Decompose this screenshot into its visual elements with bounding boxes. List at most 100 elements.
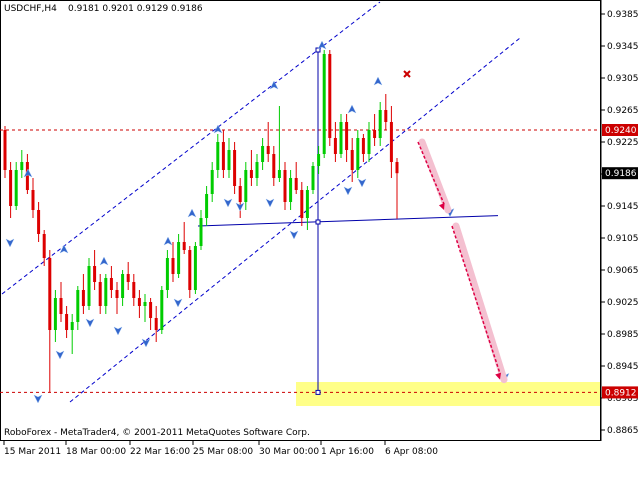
candle-body [121,274,125,298]
y-tick-label: 0.9065 [607,266,639,276]
candle-body [98,282,102,306]
candle-body [154,318,158,330]
candle-body [104,278,108,306]
candle-body [132,282,136,298]
candle-body [165,258,169,290]
candle-body [9,170,13,206]
candle-body [384,110,388,122]
candle-body [266,146,270,154]
candle-body [294,178,298,190]
y-tick-label: 0.8945 [607,362,639,372]
candle-body [109,278,113,290]
x-tick-label: 22 Mar 16:00 [130,447,190,457]
candle-body [238,186,242,202]
candle-body [389,122,393,162]
candle-body [182,242,186,250]
candle-body [361,138,365,154]
candle-body [160,290,164,330]
level-price-label: 0.8912 [605,388,637,398]
target-zone-band [296,382,600,406]
candle-body [227,150,231,170]
y-tick-label: 0.9225 [607,138,639,148]
candle-body [249,170,253,178]
candle-body [37,210,41,234]
candle-body [233,150,237,186]
candle-body [210,170,214,194]
candle-body [177,242,181,274]
candle-body [93,266,97,282]
candle-body [261,146,265,162]
candle-body [70,322,74,330]
projection-anchor [315,389,321,395]
candle-body [333,138,337,154]
candle-body [311,166,315,190]
candle-body [300,190,304,218]
candle-body [328,54,332,138]
x-tick-label: 18 Mar 00:00 [66,447,126,457]
y-tick-label: 0.9345 [607,42,639,52]
candle-body [395,162,399,174]
candle-body [367,130,371,154]
current-price-label: 0.9186 [605,169,637,179]
candle-body [126,274,130,282]
candle-body [42,234,46,258]
candle-body [20,162,24,170]
x-tick-label: 1 Apr 16:00 [321,447,374,457]
candle-body [221,142,225,170]
candle-body [322,54,326,154]
candle-body [345,122,349,150]
candle-body [48,258,52,330]
candle-body [277,170,281,178]
candle-body [143,302,147,306]
y-tick-label: 0.9385 [607,10,639,20]
candle-body [149,302,153,318]
candle-body [205,194,209,218]
candle-body [289,178,293,202]
y-tick-label: 0.9105 [607,234,639,244]
candle-body [14,170,18,206]
candle-body [255,162,259,178]
copyright-footer: RoboForex - MetaTrader4, © 2001-2011 Met… [4,428,310,438]
candle-body [171,258,175,274]
y-tick-label: 0.9025 [607,298,639,308]
candle-body [59,298,63,314]
candle-body [272,154,276,178]
y-tick-label: 0.8865 [607,426,639,436]
candle-body [188,250,192,290]
candle-body [305,190,309,218]
candle-body [115,290,119,298]
y-tick-label: 0.9305 [607,74,639,84]
candle-body [244,170,248,202]
projection-anchor [315,219,321,225]
candle-body [81,290,85,306]
plot-area-border [0,0,601,441]
candle-body [216,142,220,170]
y-tick-label: 0.8985 [607,330,639,340]
candle-body [339,122,343,154]
candle-body [378,110,382,138]
candle-body [283,170,287,202]
candle-body [373,130,377,138]
level-price-label: 0.9240 [605,126,637,136]
candle-body [31,190,35,210]
candle-body [350,150,354,170]
x-tick-label: 30 Mar 00:00 [259,447,319,457]
candle-body [76,290,80,322]
candle-body [193,246,197,290]
candle-body [87,266,91,306]
candle-body [199,218,203,246]
y-tick-label: 0.9265 [607,106,639,116]
candle-body [3,130,7,170]
candle-body [65,314,69,330]
chart-header: USDCHF,H4 [4,4,57,14]
candle-body [356,138,360,170]
x-tick-label: 6 Apr 08:00 [385,447,438,457]
x-tick-label: 15 Mar 2011 [4,447,61,457]
price-chart[interactable]: 0.93850.93450.93050.92650.92250.91850.91… [0,0,640,480]
candle-body [317,154,321,166]
candle-body [137,298,141,306]
candle-body [53,298,57,330]
x-tick-label: 25 Mar 08:00 [193,447,253,457]
ohlc-readout: 0.9181 0.9201 0.9129 0.9186 [68,4,203,14]
y-tick-label: 0.9145 [607,202,639,212]
